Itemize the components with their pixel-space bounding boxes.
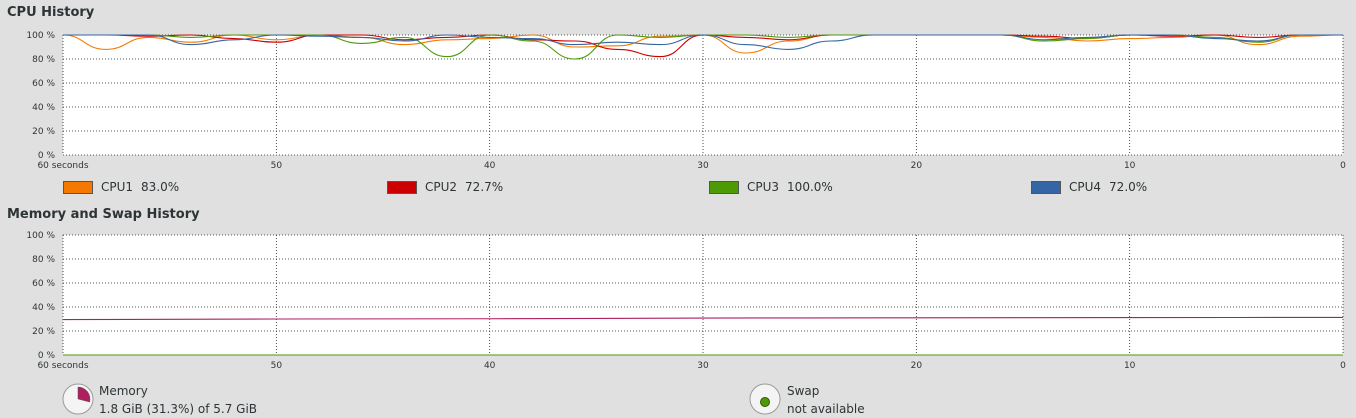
memory-usage-value: 1.8 GiB (31.3%) of 5.7 GiB bbox=[99, 402, 258, 416]
cpu-x-tick-label: 30 bbox=[697, 161, 709, 171]
memory-x-tick-label: 10 bbox=[1124, 361, 1136, 371]
cpu-x-tick-label: 50 bbox=[271, 161, 283, 171]
memory-swap-history-chart: 0 % 20 % 40 % 60 % 80 % 100 % 60 seconds 50 40 30… bbox=[26, 231, 1346, 371]
cpu3-legend-item[interactable]: CPU3 100.0% bbox=[709, 180, 833, 194]
cpu-y-tick-label: 0 % bbox=[38, 151, 56, 161]
memory-x-tick-label: 40 bbox=[484, 361, 496, 371]
swap-pie-icon[interactable] bbox=[748, 382, 782, 416]
memory-x-tick-label: 0 bbox=[1340, 361, 1346, 371]
cpu2-legend-item[interactable]: CPU2 72.7% bbox=[387, 180, 503, 194]
swap-usage-value: not available bbox=[787, 402, 865, 416]
cpu4-legend-value: 72.0% bbox=[1109, 180, 1148, 194]
cpu1-legend-label: CPU1 bbox=[101, 180, 134, 194]
cpu4-color-swatch[interactable] bbox=[1031, 180, 1061, 194]
memory-x-tick-label: 30 bbox=[697, 361, 709, 371]
cpu-y-tick-label: 20 % bbox=[32, 127, 55, 137]
cpu3-color-swatch[interactable] bbox=[709, 180, 739, 194]
cpu-y-tick-label: 60 % bbox=[32, 79, 55, 89]
memory-y-tick-label: 80 % bbox=[32, 255, 55, 265]
memory-y-tick-label: 0 % bbox=[38, 351, 56, 361]
memory-pie-icon[interactable] bbox=[61, 382, 95, 416]
cpu-y-tick-label: 100 % bbox=[26, 31, 55, 41]
cpu-x-tick-label: 0 bbox=[1340, 161, 1346, 171]
memory-y-tick-label: 40 % bbox=[32, 303, 55, 313]
cpu-x-tick-label: 60 seconds bbox=[37, 161, 88, 171]
memory-y-tick-label: 100 % bbox=[26, 231, 55, 241]
cpu4-legend-label: CPU4 bbox=[1069, 180, 1102, 194]
swap-label: Swap bbox=[787, 384, 820, 398]
cpu1-color-swatch[interactable] bbox=[63, 180, 93, 194]
cpu1-legend-item[interactable]: CPU1 83.0% bbox=[63, 180, 179, 194]
cpu-x-tick-label: 40 bbox=[484, 161, 496, 171]
cpu-x-tick-label: 20 bbox=[911, 161, 923, 171]
memory-label: Memory bbox=[99, 384, 148, 398]
cpu1-legend-value: 83.0% bbox=[141, 180, 180, 194]
memory-x-tick-label: 20 bbox=[911, 361, 923, 371]
memory-x-tick-label: 50 bbox=[271, 361, 283, 371]
cpu2-color-swatch[interactable] bbox=[387, 180, 417, 194]
cpu-x-tick-label: 10 bbox=[1124, 161, 1136, 171]
memory-x-tick-label: 60 seconds bbox=[37, 361, 88, 371]
cpu3-legend-value: 100.0% bbox=[787, 180, 833, 194]
cpu2-legend-label: CPU2 bbox=[425, 180, 458, 194]
cpu-history-chart: 0 % 20 % 40 % 60 % 80 % 100 % 60 seconds 50 40 30… bbox=[26, 31, 1346, 171]
cpu-y-tick-label: 40 % bbox=[32, 103, 55, 113]
cpu2-legend-value: 72.7% bbox=[465, 180, 504, 194]
cpu-y-tick-label: 80 % bbox=[32, 55, 55, 65]
cpu4-legend-item[interactable]: CPU4 72.0% bbox=[1031, 180, 1147, 194]
memory-y-tick-label: 60 % bbox=[32, 279, 55, 289]
memory-y-tick-label: 20 % bbox=[32, 327, 55, 337]
cpu3-legend-label: CPU3 bbox=[747, 180, 780, 194]
